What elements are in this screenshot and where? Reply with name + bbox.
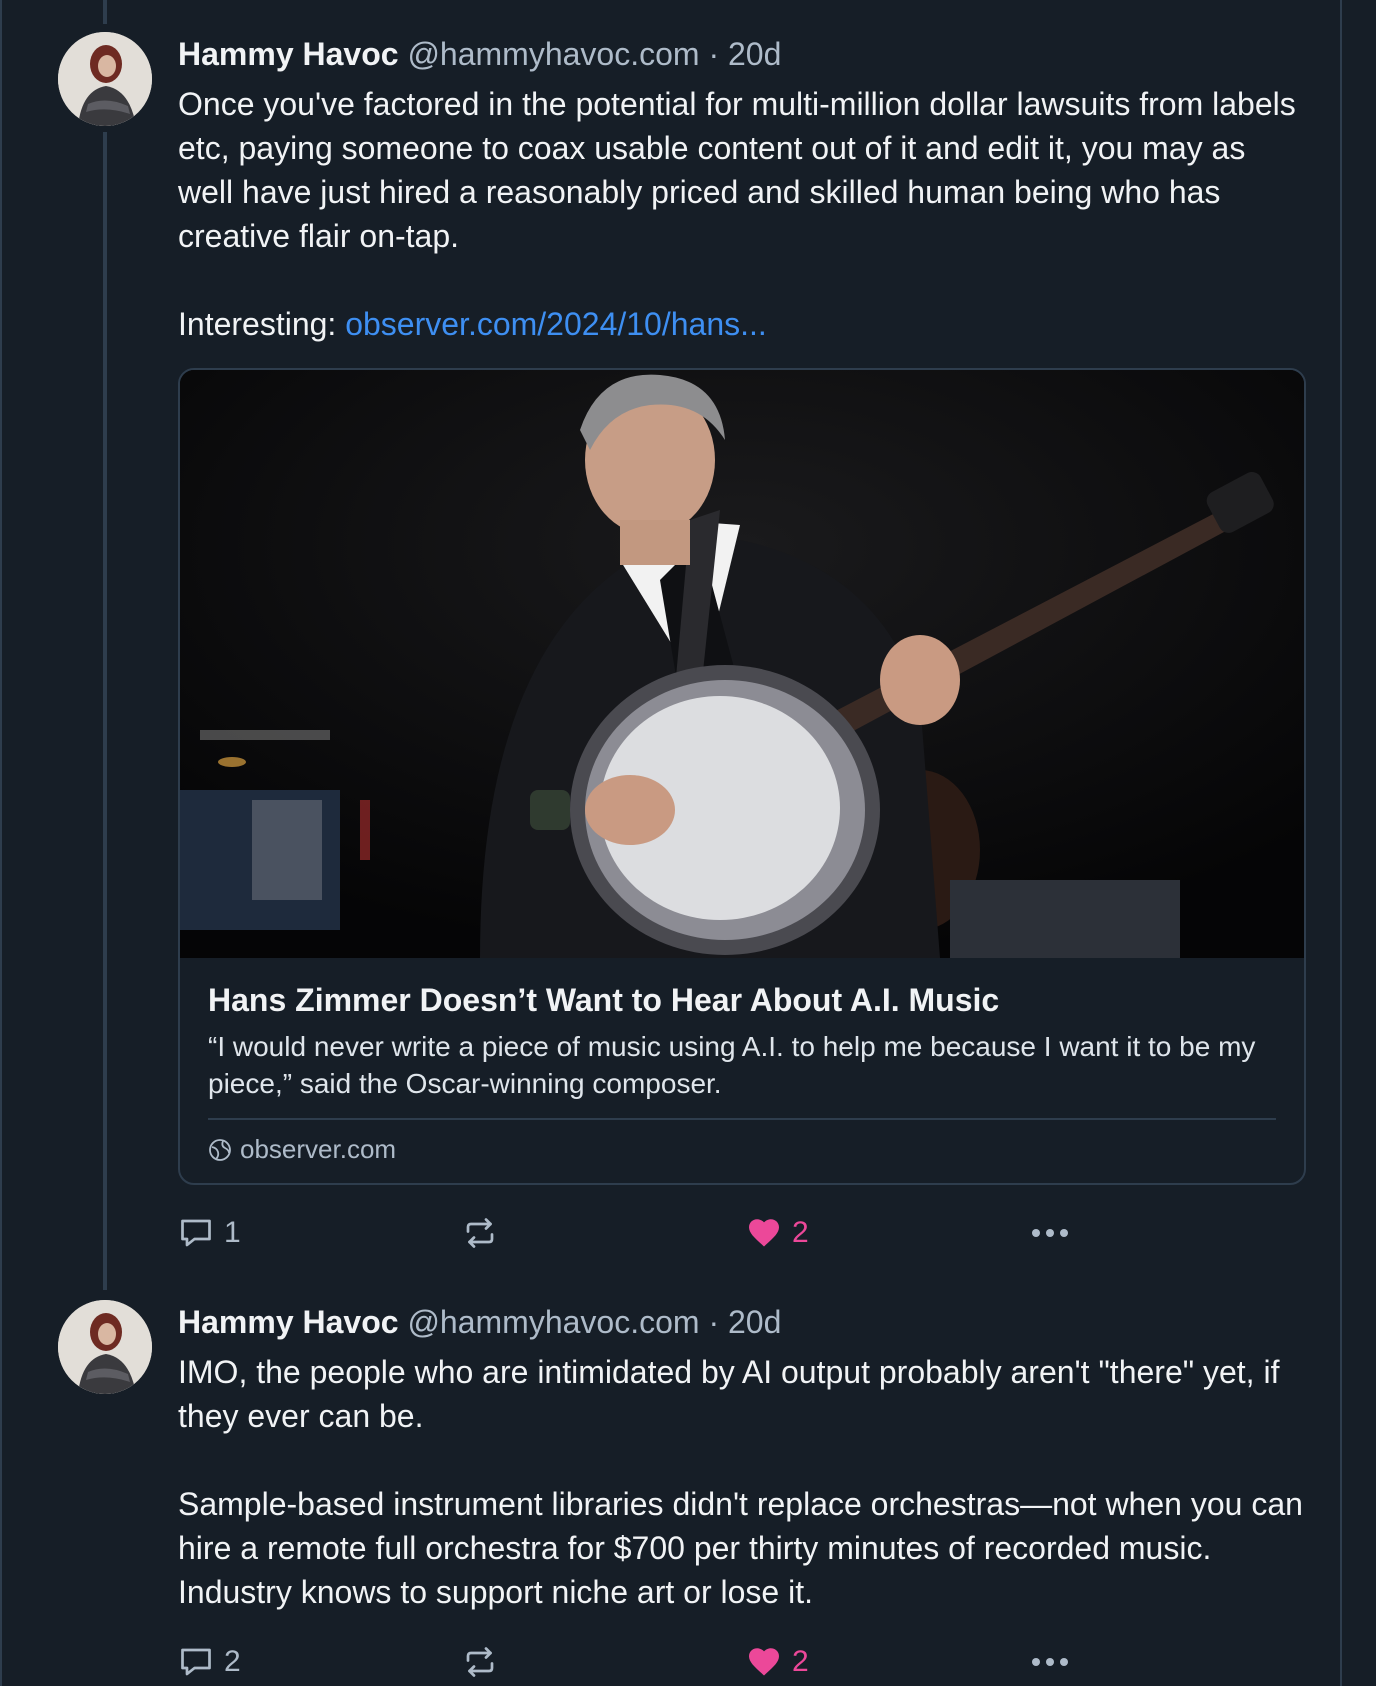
more-options-button[interactable] [1030,1656,1110,1668]
heart-icon [746,1215,782,1251]
link-card-title: Hans Zimmer Doesn’t Want to Hear About A… [208,982,1000,1018]
separator-dot: · [708,1304,720,1340]
globe-icon [208,1138,232,1162]
post-text: Once you've factored in the potential fo… [178,82,1308,346]
author-name[interactable]: Hammy Havoc [178,1304,399,1340]
post-paragraph: Sample-based instrument libraries didn't… [178,1486,1303,1610]
reply-button[interactable]: 1 [178,1215,462,1251]
repost-arrows-icon [462,1644,498,1680]
post-paragraph: IMO, the people who are intimidated by A… [178,1354,1280,1434]
avatar[interactable] [58,32,152,126]
post-header: Hammy Havoc @hammyhavoc.com · 20d [178,34,1308,74]
heart-icon [746,1644,782,1680]
author-handle[interactable]: @hammyhavoc.com [407,1304,699,1340]
link-card-image [180,370,1304,958]
author-name[interactable]: Hammy Havoc [178,36,399,72]
link-card-info: Hans Zimmer Doesn’t Want to Hear About A… [180,958,1304,1183]
repost-button[interactable] [462,1215,746,1251]
post-timestamp[interactable]: 20d [728,36,781,72]
post-content: Hammy Havoc @hammyhavoc.com · 20d IMO, t… [178,1302,1308,1686]
like-count: 2 [792,1645,809,1678]
post-paragraph: Interesting: observer.com/2024/10/hans..… [178,302,1308,346]
left-column-border [0,0,2,1686]
post-actions: 1 2 [178,1209,1308,1257]
post-content: Hammy Havoc @hammyhavoc.com · 20d Once y… [178,34,1308,1257]
post-paragraph: Once you've factored in the potential fo… [178,86,1296,254]
repost-button[interactable] [462,1644,746,1680]
thread-line-middle [103,132,107,1290]
link-card[interactable]: Hans Zimmer Doesn’t Want to Hear About A… [178,368,1306,1185]
like-count: 2 [792,1216,809,1249]
link-card-description: “I would never write a piece of music us… [208,1031,1256,1099]
repost-arrows-icon [462,1215,498,1251]
speech-bubble-icon [178,1215,214,1251]
right-column-border [1340,0,1342,1686]
author-handle[interactable]: @hammyhavoc.com [407,36,699,72]
more-options-button[interactable] [1030,1227,1110,1239]
post-actions: 2 2 [178,1638,1308,1686]
avatar-image [58,1300,152,1394]
post-text: IMO, the people who are intimidated by A… [178,1350,1308,1614]
link-prefix: Interesting: [178,306,346,342]
reply-count: 2 [224,1645,241,1678]
link-card-domain-row: observer.com [208,1134,1276,1165]
ellipsis-icon [1030,1227,1070,1239]
reply-button[interactable]: 2 [178,1644,462,1680]
speech-bubble-icon [178,1644,214,1680]
avatar-image [58,32,152,126]
separator-dot: · [708,36,720,72]
reply-count: 1 [224,1216,241,1249]
thread-line-top [103,0,107,24]
ellipsis-icon [1030,1656,1070,1668]
like-button[interactable]: 2 [746,1215,1030,1251]
post-header: Hammy Havoc @hammyhavoc.com · 20d [178,1302,1308,1342]
link-card-divider [208,1118,1276,1120]
like-button[interactable]: 2 [746,1644,1030,1680]
link-card-domain: observer.com [240,1134,397,1164]
avatar[interactable] [58,1300,152,1394]
post-timestamp[interactable]: 20d [728,1304,781,1340]
thread-view: Hammy Havoc @hammyhavoc.com · 20d Once y… [0,0,1376,1686]
post-link[interactable]: observer.com/2024/10/hans... [345,306,767,342]
